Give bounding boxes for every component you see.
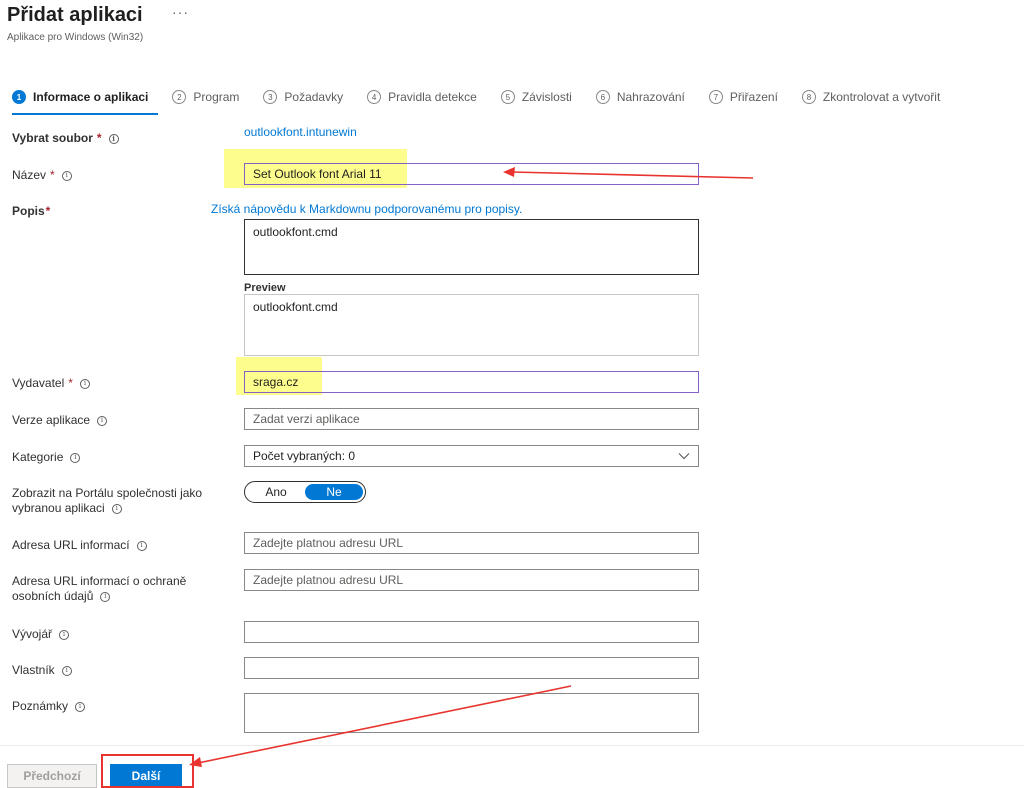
step-supersedence[interactable]: 6 Nahrazování — [595, 90, 685, 104]
toggle-option-no[interactable]: Ne — [305, 484, 363, 500]
step-label: Nahrazování — [616, 90, 685, 104]
step-program[interactable]: 2 Program — [172, 90, 239, 104]
select-file-label: Vybrat soubor * i — [12, 131, 119, 146]
step-label: Informace o aplikaci — [33, 90, 149, 104]
step-number-badge: 3 — [263, 90, 278, 104]
annotation-box — [101, 754, 194, 788]
step-number-badge: 6 — [595, 90, 610, 104]
step-app-info[interactable]: 1 Informace o aplikaci — [12, 90, 148, 104]
description-label: Popis* — [12, 204, 51, 218]
step-dependencies[interactable]: 5 Závislosti — [500, 90, 572, 104]
category-dropdown[interactable]: Počet vybraných: 0 — [244, 445, 699, 467]
page-title: Přidat aplikaci — [7, 4, 143, 26]
info-icon[interactable]: i — [61, 170, 72, 181]
name-input[interactable]: Set Outlook font Arial 11 — [244, 163, 699, 185]
info-icon[interactable]: i — [97, 415, 108, 426]
privacy-url-input[interactable]: Zadejte platnou adresu URL — [244, 569, 699, 591]
more-options-icon[interactable]: ··· — [172, 4, 189, 20]
footer-divider — [0, 745, 1024, 746]
info-url-label: Adresa URL informací i — [12, 538, 147, 553]
page-subtitle: Aplikace pro Windows (Win32) — [7, 32, 144, 43]
step-review-create[interactable]: 8 Zkontrolovat a vytvořit — [801, 90, 941, 104]
publisher-label: Vydavatel * i — [12, 376, 90, 391]
wizard-steps: 1 Informace o aplikaci 2 Program 3 Požad… — [12, 88, 940, 106]
version-input[interactable]: Zadat verzi aplikace — [244, 408, 699, 430]
step-number-badge: 5 — [500, 90, 515, 104]
featured-app-toggle[interactable]: Ano Ne — [244, 481, 366, 503]
step-label: Požadavky — [284, 90, 344, 104]
info-icon[interactable]: i — [136, 540, 147, 551]
step-assignments[interactable]: 7 Přiřazení — [708, 90, 778, 104]
step-detection-rules[interactable]: 4 Pravidla detekce — [367, 90, 477, 104]
step-label: Zkontrolovat a vytvořit — [822, 90, 941, 104]
owner-input[interactable] — [244, 657, 699, 679]
step-label: Přiřazení — [729, 90, 778, 104]
developer-input[interactable] — [244, 621, 699, 643]
step-number-badge: 8 — [801, 90, 816, 104]
privacy-url-label: Adresa URL informací o ochraně osobních … — [12, 574, 187, 603]
step-requirements[interactable]: 3 Požadavky — [263, 90, 343, 104]
step-number-badge: 2 — [172, 90, 187, 104]
category-label: Kategorie i — [12, 450, 81, 465]
version-label: Verze aplikace i — [12, 413, 108, 428]
info-icon[interactable]: i — [108, 133, 119, 144]
preview-label: Preview — [244, 282, 286, 294]
notes-textarea[interactable] — [244, 693, 699, 733]
step-label: Program — [193, 90, 240, 104]
name-label: Název * i — [12, 168, 72, 183]
info-icon[interactable]: i — [61, 665, 72, 676]
description-textarea[interactable]: outlookfont.cmd — [244, 219, 699, 275]
step-label: Závislosti — [521, 90, 572, 104]
step-number-badge: 4 — [367, 90, 382, 104]
featured-app-label: Zobrazit na Portálu společnosti jako vyb… — [12, 486, 203, 515]
step-number-badge: 7 — [708, 90, 723, 104]
info-icon[interactable]: i — [111, 503, 122, 514]
info-url-input[interactable]: Zadejte platnou adresu URL — [244, 532, 699, 554]
notes-label: Poznámky i — [12, 699, 86, 714]
markdown-help-link[interactable]: Získá nápovědu k Markdownu podporovanému… — [211, 202, 522, 216]
info-icon[interactable]: i — [75, 701, 86, 712]
toggle-option-yes[interactable]: Ano — [247, 484, 305, 500]
info-icon[interactable]: i — [100, 591, 111, 602]
info-icon[interactable]: i — [59, 629, 70, 640]
selected-file-link[interactable]: outlookfont.intunewin — [244, 125, 357, 139]
publisher-input[interactable]: sraga.cz — [244, 371, 699, 393]
step-label: Pravidla detekce — [388, 90, 477, 104]
chevron-down-icon — [678, 453, 690, 460]
active-step-underline — [12, 113, 158, 115]
description-preview: outlookfont.cmd — [244, 294, 699, 356]
developer-label: Vývojář i — [12, 627, 70, 642]
info-icon[interactable]: i — [70, 452, 81, 463]
step-number-badge: 1 — [12, 90, 26, 104]
owner-label: Vlastník i — [12, 663, 72, 678]
info-icon[interactable]: i — [79, 378, 90, 389]
previous-button[interactable]: Předchozí — [7, 764, 97, 788]
